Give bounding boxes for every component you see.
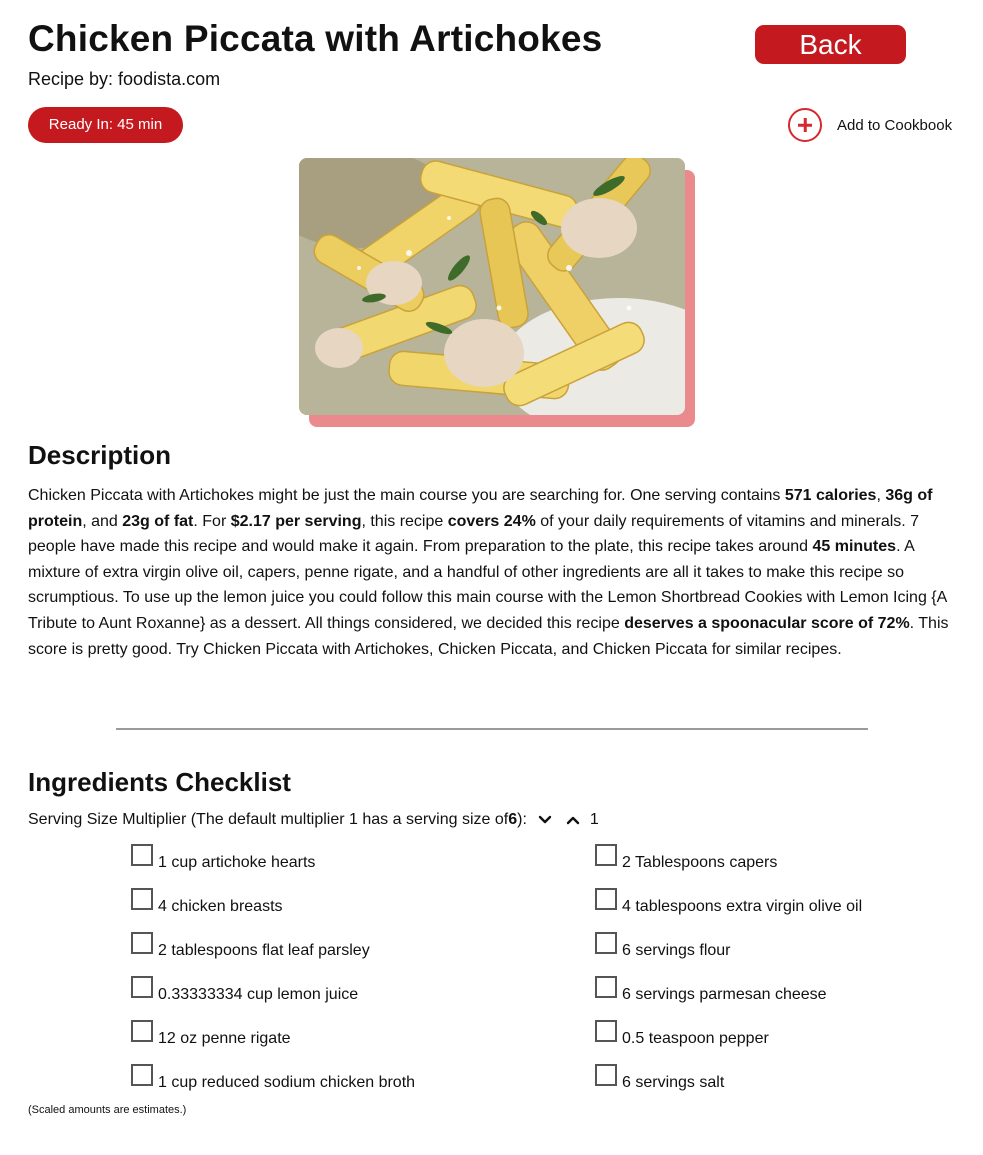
back-button[interactable]: Back [755,25,906,64]
ingredient-checkbox[interactable] [595,932,617,954]
ingredient-checkbox[interactable] [131,1020,153,1042]
ingredients-heading: Ingredients Checklist [28,767,291,797]
ingredient-item: 4 tablespoons extra virgin olive oil [595,885,862,929]
desc-bold: deserves a spoonacular score of 72% [624,614,910,632]
desc-text: , and [82,512,123,530]
ingredient-item: 1 cup artichoke hearts [131,841,415,885]
ingredients-left-column: 1 cup artichoke hearts 4 chicken breasts… [131,841,415,1105]
ingredient-checkbox[interactable] [595,844,617,866]
ingredient-checkbox[interactable] [595,1020,617,1042]
ingredient-label: 2 tablespoons flat leaf parsley [158,942,370,959]
ingredient-checkbox[interactable] [595,976,617,998]
ingredient-item: 0.33333334 cup lemon juice [131,973,415,1017]
ingredient-checkbox[interactable] [595,1064,617,1086]
ready-in-prefix: Ready In: [48,116,118,133]
pasta-photo-illustration [299,158,685,415]
ingredient-checkbox[interactable] [131,888,153,910]
chevron-down-icon[interactable] [535,810,555,830]
ingredient-label: 4 tablespoons extra virgin olive oil [622,898,863,915]
ingredient-item: 2 Tablespoons capers [595,841,862,885]
ingredient-checkbox[interactable] [131,932,153,954]
desc-bold: covers 24% [447,512,536,530]
multiplier-value: 1 [589,811,599,828]
desc-bold: 45 minutes [812,538,897,556]
byline-source: foodista.com [118,69,221,89]
ingredient-label: 6 servings parmesan cheese [622,986,827,1003]
description-text: Chicken Piccata with Artichokes might be… [28,483,958,662]
ingredients-right-column: 2 Tablespoons capers 4 tablespoons extra… [595,841,862,1105]
ready-in-value: 45 min [117,116,163,133]
ingredient-label: 6 servings flour [622,942,731,959]
ingredient-label: 12 oz penne rigate [158,1030,291,1047]
ingredient-label: 6 servings salt [622,1074,725,1091]
serving-size-multiplier: Serving Size Multiplier (The default mul… [28,810,599,830]
desc-bold: 571 calories [784,487,877,504]
ingredient-checkbox[interactable] [131,844,153,866]
multiplier-suffix: ): [517,811,527,828]
ingredient-item: 6 servings salt [595,1061,862,1105]
scaled-amounts-note: (Scaled amounts are estimates.) [28,1104,187,1116]
ingredient-label: 0.5 teaspoon pepper [622,1030,769,1047]
plus-circle-icon[interactable] [788,108,822,142]
ingredient-label: 4 chicken breasts [158,898,283,915]
multiplier-serving-size: 6 [508,811,518,828]
ingredient-item: 6 servings parmesan cheese [595,973,862,1017]
desc-text: . For [193,512,231,530]
ingredient-item: 1 cup reduced sodium chicken broth [131,1061,415,1105]
ingredient-label: 2 Tablespoons capers [622,854,778,871]
byline-prefix: Recipe by: [28,69,119,89]
section-divider [116,728,868,730]
add-to-cookbook-button[interactable]: Add to Cookbook [788,105,952,145]
ingredient-item: 12 oz penne rigate [131,1017,415,1061]
recipe-byline: Recipe by: foodista.com [28,69,220,90]
desc-text: , this recipe [361,512,448,530]
description-heading: Description [28,440,172,470]
ingredient-item: 0.5 teaspoon pepper [595,1017,862,1061]
desc-text: Chicken Piccata with Artichokes might be… [28,487,785,504]
ingredient-checkbox[interactable] [131,1064,153,1086]
desc-bold: 23g of fat [122,512,194,530]
recipe-image [299,158,685,415]
ingredient-item: 4 chicken breasts [131,885,415,929]
ingredient-label: 1 cup reduced sodium chicken broth [158,1074,416,1091]
desc-bold: $2.17 per serving [230,512,362,530]
add-to-cookbook-label[interactable]: Add to Cookbook [837,117,952,134]
multiplier-prefix: Serving Size Multiplier (The default mul… [28,811,509,828]
recipe-title: Chicken Piccata with Artichokes [28,18,603,59]
ready-in-badge: Ready In: 45 min [28,107,183,143]
ingredient-item: 6 servings flour [595,929,862,973]
ingredient-checkbox[interactable] [595,888,617,910]
ingredient-label: 0.33333334 cup lemon juice [158,986,359,1003]
desc-text: , [876,487,886,504]
ingredient-checkbox[interactable] [131,976,153,998]
ingredient-label: 1 cup artichoke hearts [158,854,316,871]
ingredient-item: 2 tablespoons flat leaf parsley [131,929,415,973]
chevron-up-icon[interactable] [563,810,583,830]
